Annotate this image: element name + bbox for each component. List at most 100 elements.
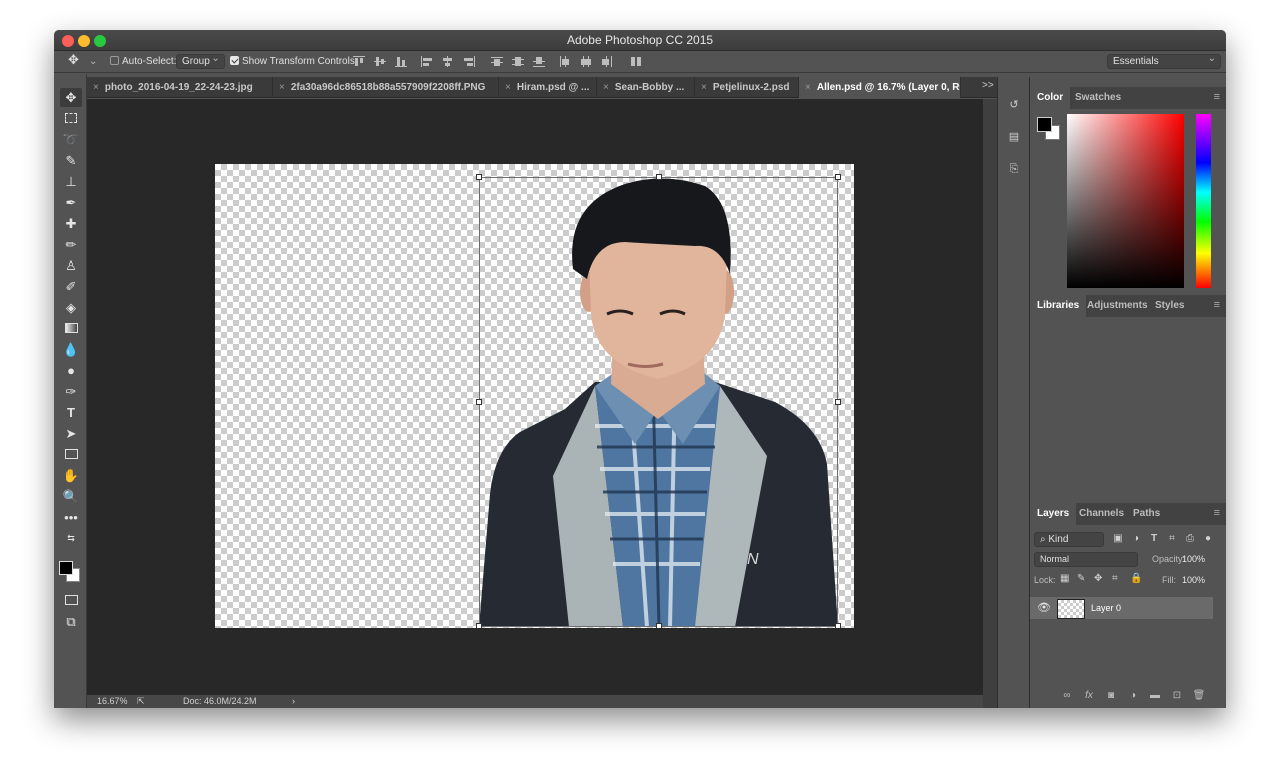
quick-selection-tool-icon[interactable]: ✎ (60, 151, 82, 170)
zoom-level[interactable]: 16.67% (97, 695, 128, 708)
tab-channels[interactable]: Channels (1072, 503, 1131, 525)
export-icon[interactable]: ⇱ (137, 695, 145, 708)
filter-toggle-icon[interactable]: ● (1202, 533, 1214, 545)
distribute-vertical-centers-icon[interactable] (512, 56, 524, 67)
eraser-tool-icon[interactable]: ◈ (60, 298, 82, 317)
blur-tool-icon[interactable]: 💧 (60, 340, 82, 359)
panel-menu-icon[interactable]: ≡ (1214, 91, 1220, 103)
link-layers-icon[interactable]: ∞ (1060, 689, 1074, 703)
status-menu-chevron-icon[interactable]: › (292, 695, 295, 708)
screen-mode-icon[interactable]: ⧉ (60, 612, 82, 631)
more-tools-icon[interactable]: ••• (60, 508, 82, 527)
transform-handle[interactable] (835, 174, 841, 180)
history-panel-icon[interactable]: ↺ (1004, 95, 1024, 115)
tab-adjustments[interactable]: Adjustments (1080, 295, 1155, 317)
close-tab-icon[interactable]: × (279, 82, 285, 93)
lock-all-icon[interactable]: 🔒 (1130, 573, 1142, 584)
align-top-edges-icon[interactable] (353, 56, 365, 67)
move-tool-preset-icon[interactable]: ✥ (68, 53, 79, 67)
distribute-right-icon[interactable] (601, 56, 613, 67)
align-right-edges-icon[interactable] (463, 56, 475, 67)
transform-bounding-box[interactable] (479, 177, 838, 627)
document-tab[interactable]: × 2fa30a96dc86518b88a557909f2208ff.PNG (273, 77, 499, 98)
document-tab-active[interactable]: × Allen.psd @ 16.7% (Layer 0, RGB (799, 77, 961, 98)
lock-position-icon[interactable]: ✥ (1094, 573, 1102, 584)
character-panel-icon[interactable]: ⎘ (1004, 159, 1024, 179)
transform-handle[interactable] (656, 623, 662, 628)
hand-tool-icon[interactable]: ✋ (60, 466, 82, 485)
tab-swatches[interactable]: Swatches (1068, 87, 1128, 109)
align-bottom-edges-icon[interactable] (395, 56, 407, 67)
gradient-tool-icon[interactable] (60, 319, 82, 338)
healing-brush-tool-icon[interactable]: ✚ (60, 214, 82, 233)
hue-slider[interactable] (1196, 114, 1211, 288)
new-layer-icon[interactable]: ⊡ (1170, 689, 1184, 703)
workspace-switcher[interactable]: Essentials (1107, 52, 1221, 69)
show-transform-controls-checkbox[interactable]: Show Transform Controls (230, 55, 355, 69)
distribute-bottom-icon[interactable] (533, 56, 545, 67)
layer-kind-filter[interactable]: ⌕ Kind (1034, 532, 1104, 547)
distribute-horizontal-centers-icon[interactable] (580, 56, 592, 67)
panel-menu-icon[interactable]: ≡ (1214, 507, 1220, 519)
canvas-area[interactable]: N (87, 99, 983, 695)
transform-handle[interactable] (656, 174, 662, 180)
align-horizontal-centers-icon[interactable] (442, 56, 454, 67)
lasso-tool-icon[interactable]: ➰ (60, 130, 82, 149)
pixel-filter-icon[interactable]: ▣ (1112, 533, 1124, 545)
color-field[interactable] (1067, 114, 1184, 288)
dodge-tool-icon[interactable]: ● (60, 361, 82, 380)
auto-select-checkbox[interactable]: Auto-Select: (110, 55, 176, 69)
close-tab-icon[interactable]: × (505, 82, 511, 93)
history-brush-tool-icon[interactable]: ✐ (60, 277, 82, 296)
tab-styles[interactable]: Styles (1148, 295, 1191, 317)
transform-handle[interactable] (476, 623, 482, 628)
document-tab[interactable]: × Hiram.psd @ ... (499, 77, 597, 98)
tool-preset-chevron-icon[interactable]: ⌄ (89, 55, 97, 69)
swap-colors-icon[interactable]: ⇆ (60, 529, 82, 548)
tab-overflow-button[interactable]: >> (982, 80, 994, 91)
tab-color[interactable]: Color (1030, 87, 1071, 109)
fill-value[interactable]: 100% (1182, 575, 1205, 585)
transform-handle[interactable] (835, 399, 841, 405)
pen-tool-icon[interactable]: ✑ (60, 382, 82, 401)
lock-transparent-icon[interactable]: ▦ (1060, 573, 1069, 584)
brush-tool-icon[interactable]: ✏ (60, 235, 82, 254)
crop-tool-icon[interactable]: ⊥ (60, 172, 82, 191)
fx-icon[interactable]: fx (1082, 689, 1096, 703)
layer-row[interactable]: 👁 Layer 0 (1030, 597, 1213, 619)
document-tab[interactable]: × photo_2016-04-19_22-24-23.jpg (87, 77, 273, 98)
eyedropper-tool-icon[interactable]: ✒ (60, 193, 82, 212)
canvas-scrollbar[interactable] (983, 99, 997, 708)
document-tab[interactable]: × Sean-Bobby ... (597, 77, 695, 98)
marquee-tool-icon[interactable] (60, 109, 82, 128)
smart-object-filter-icon[interactable]: ⎙ (1184, 533, 1196, 545)
transform-handle[interactable] (835, 623, 841, 628)
type-tool-icon[interactable]: T (60, 403, 82, 422)
tab-libraries[interactable]: Libraries (1030, 295, 1087, 317)
delete-layer-icon[interactable]: 🗑 (1192, 689, 1206, 703)
document-canvas[interactable]: N (215, 164, 854, 628)
adjustment-filter-icon[interactable]: ◑ (1130, 533, 1142, 545)
tab-layers[interactable]: Layers (1030, 503, 1077, 525)
move-tool-icon[interactable]: ✥ (60, 88, 82, 107)
close-tab-icon[interactable]: × (93, 82, 99, 93)
color-panel-foreground-swatch[interactable] (1037, 117, 1052, 132)
auto-select-dropdown[interactable]: Group (176, 52, 225, 69)
foreground-color-swatch[interactable] (59, 561, 73, 575)
lock-artboard-icon[interactable]: ⌗ (1112, 573, 1118, 584)
clone-stamp-tool-icon[interactable]: ♙ (60, 256, 82, 275)
zoom-tool-icon[interactable]: 🔍 (60, 487, 82, 506)
panel-menu-icon[interactable]: ≡ (1214, 299, 1220, 311)
close-tab-icon[interactable]: × (805, 82, 811, 93)
shape-filter-icon[interactable]: ⌗ (1166, 533, 1178, 545)
path-selection-tool-icon[interactable]: ➤ (60, 424, 82, 443)
lock-pixels-icon[interactable]: ✎ (1077, 573, 1085, 584)
distribute-left-icon[interactable] (559, 56, 571, 67)
quick-mask-icon[interactable] (60, 591, 82, 610)
distribute-top-icon[interactable] (491, 56, 503, 67)
tab-paths[interactable]: Paths (1126, 503, 1167, 525)
new-group-icon[interactable]: ▬ (1148, 689, 1162, 703)
auto-align-layers-icon[interactable] (630, 56, 642, 67)
blend-mode-dropdown[interactable]: Normal (1034, 552, 1138, 567)
close-tab-icon[interactable]: × (701, 82, 707, 93)
